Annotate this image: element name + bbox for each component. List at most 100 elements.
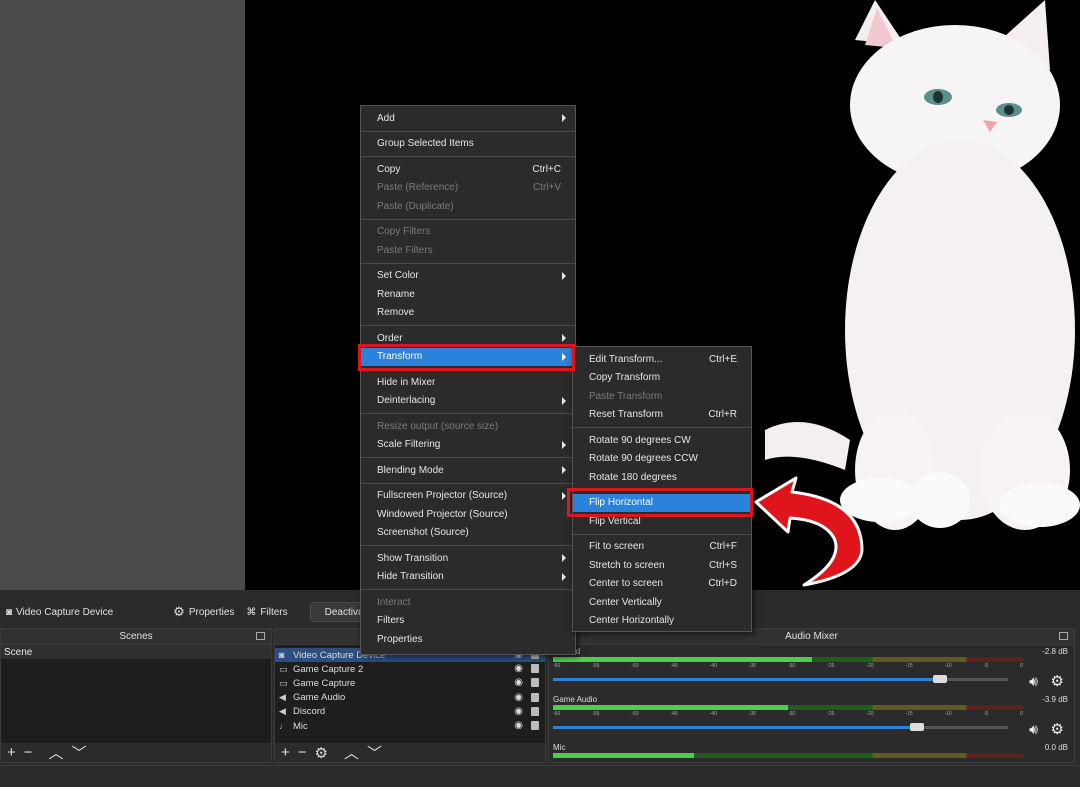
source-row[interactable]: ▭ Game Capture ◉: [275, 676, 545, 690]
remove-source-icon[interactable]: −: [298, 744, 307, 761]
move-up-icon[interactable]: ︿: [49, 742, 64, 763]
move-up-icon[interactable]: ︿: [344, 742, 359, 763]
menu-item-deinterlacing[interactable]: Deinterlacing: [361, 392, 575, 411]
menu-item-label: Interact: [377, 596, 411, 608]
scene-item[interactable]: Scene: [1, 645, 271, 659]
lock-icon[interactable]: [531, 664, 539, 674]
menu-item-scale-filtering[interactable]: Scale Filtering: [361, 436, 575, 455]
gear-icon[interactable]: ⚙: [1051, 672, 1064, 690]
menu-item-rename[interactable]: Rename: [361, 285, 575, 304]
scene-item-label: Scene: [4, 646, 33, 658]
meter-tick-label: -10: [944, 711, 952, 717]
menu-item-screenshot[interactable]: Screenshot (Source): [361, 524, 575, 543]
slider-knob[interactable]: [932, 675, 947, 683]
speaker-icon[interactable]: 🔊︎: [1029, 721, 1038, 738]
meter-tick-label: 0: [1020, 711, 1023, 717]
menu-shortcut: Ctrl+C: [532, 163, 561, 175]
volume-slider[interactable]: [553, 675, 1008, 683]
move-down-icon[interactable]: ﹀: [367, 742, 382, 763]
meter-tick-label: -25: [827, 711, 835, 717]
speaker-icon[interactable]: 🔊︎: [1029, 673, 1038, 690]
filter-icon: ⌘: [246, 606, 257, 618]
meter-tick-label: -50: [631, 711, 639, 717]
menu-item-properties[interactable]: Properties: [361, 630, 575, 649]
channel-db: -2.8 dB: [1042, 647, 1068, 656]
source-row[interactable]: ◀ Discord ◉: [275, 705, 545, 719]
menu-item-fullscreen-projector[interactable]: Fullscreen Projector (Source): [361, 487, 575, 506]
menu-item-rotate-180[interactable]: Rotate 180 degrees: [573, 468, 751, 487]
add-source-icon[interactable]: +: [281, 744, 290, 761]
float-dock-icon[interactable]: [256, 632, 265, 640]
menu-item-hide-in-mixer[interactable]: Hide in Mixer: [361, 373, 575, 392]
menu-item-label: Center to screen: [589, 578, 663, 590]
camera-icon: ◙: [279, 650, 285, 661]
menu-separator: [573, 427, 751, 428]
menu-item-center-vertically[interactable]: Center Vertically: [573, 593, 751, 612]
properties-button[interactable]: ⚙ Properties: [167, 601, 240, 623]
menu-item-label: Show Transition: [377, 552, 449, 564]
menu-item-show-transition[interactable]: Show Transition: [361, 549, 575, 568]
lock-icon[interactable]: [531, 706, 539, 716]
menu-item-fit-to-screen[interactable]: Fit to screen Ctrl+F: [573, 538, 751, 557]
submenu-arrow-icon: [562, 114, 566, 122]
menu-separator: [361, 369, 575, 370]
menu-item-set-color[interactable]: Set Color: [361, 267, 575, 286]
eye-icon[interactable]: ◉: [514, 692, 523, 703]
volume-slider[interactable]: [553, 723, 1008, 731]
eye-icon[interactable]: ◉: [514, 706, 523, 717]
eye-icon[interactable]: ◉: [514, 663, 523, 674]
source-name: Game Audio: [293, 692, 346, 704]
eye-icon[interactable]: ◉: [514, 677, 523, 688]
menu-item-blending-mode[interactable]: Blending Mode: [361, 461, 575, 480]
meter-fill: [553, 705, 788, 710]
slider-knob[interactable]: [910, 723, 924, 731]
menu-separator: [361, 262, 575, 264]
menu-item-center-to-screen[interactable]: Center to screen Ctrl+D: [573, 575, 751, 594]
menu-item-stretch-to-screen[interactable]: Stretch to screen Ctrl+S: [573, 556, 751, 575]
float-dock-icon[interactable]: [1059, 632, 1068, 640]
meter-tick-label: -20: [866, 711, 874, 717]
meter-tick-label: -45: [670, 663, 678, 669]
meter-tick-label: -25: [827, 663, 835, 669]
gear-icon[interactable]: ⚙: [315, 744, 328, 762]
menu-item-flip-horizontal[interactable]: Flip Horizontal: [573, 493, 751, 512]
filters-button[interactable]: ⌘ Filters: [240, 601, 293, 623]
menu-item-hide-transition[interactable]: Hide Transition: [361, 568, 575, 587]
meter-fill: [553, 657, 812, 662]
menu-item-remove[interactable]: Remove: [361, 304, 575, 323]
sources-footer: + − ⚙ ︿ ﹀: [275, 743, 545, 762]
menu-item-label: Hide Transition: [377, 571, 444, 583]
source-row[interactable]: ◀ Game Audio ◉: [275, 691, 545, 705]
menu-item-flip-vertical[interactable]: Flip Vertical: [573, 512, 751, 531]
menu-item-center-horizontally[interactable]: Center Horizontally: [573, 612, 751, 631]
menu-item-rotate-ccw[interactable]: Rotate 90 degrees CCW: [573, 450, 751, 469]
menu-item-label: Hide in Mixer: [377, 376, 436, 388]
menu-separator: [361, 218, 575, 220]
eye-icon[interactable]: ◉: [514, 720, 523, 731]
menu-item-reset-transform[interactable]: Reset Transform Ctrl+R: [573, 406, 751, 425]
menu-item-add[interactable]: Add: [361, 109, 575, 128]
lock-icon[interactable]: [531, 720, 539, 730]
source-row[interactable]: ▭ Game Capture 2 ◉: [275, 662, 545, 676]
remove-scene-icon[interactable]: −: [24, 744, 33, 761]
lock-icon[interactable]: [531, 678, 539, 688]
lock-icon[interactable]: [531, 692, 539, 702]
source-row[interactable]: ♩ Mic ◉: [275, 719, 545, 733]
gear-icon[interactable]: ⚙: [1051, 720, 1064, 738]
menu-item-copy-transform[interactable]: Copy Transform: [573, 369, 751, 388]
menu-item-rotate-cw[interactable]: Rotate 90 degrees CW: [573, 431, 751, 450]
properties-button-label: Properties: [188, 606, 235, 618]
menu-item-order[interactable]: Order: [361, 329, 575, 348]
meter-tick-label: -5: [983, 663, 989, 669]
menu-item-edit-transform[interactable]: Edit Transform... Ctrl+E: [573, 350, 751, 369]
menu-separator: [573, 533, 751, 535]
menu-item-copy[interactable]: Copy Ctrl+C: [361, 160, 575, 179]
menu-item-transform[interactable]: Transform: [361, 347, 575, 366]
add-scene-icon[interactable]: +: [7, 744, 16, 761]
menu-item-filters[interactable]: Filters: [361, 612, 575, 631]
menu-item-group-selected[interactable]: Group Selected Items: [361, 135, 575, 154]
menu-item-label: Transform: [377, 351, 423, 363]
move-down-icon[interactable]: ﹀: [72, 742, 87, 763]
status-bar: [0, 765, 1080, 787]
menu-item-windowed-projector[interactable]: Windowed Projector (Source): [361, 505, 575, 524]
